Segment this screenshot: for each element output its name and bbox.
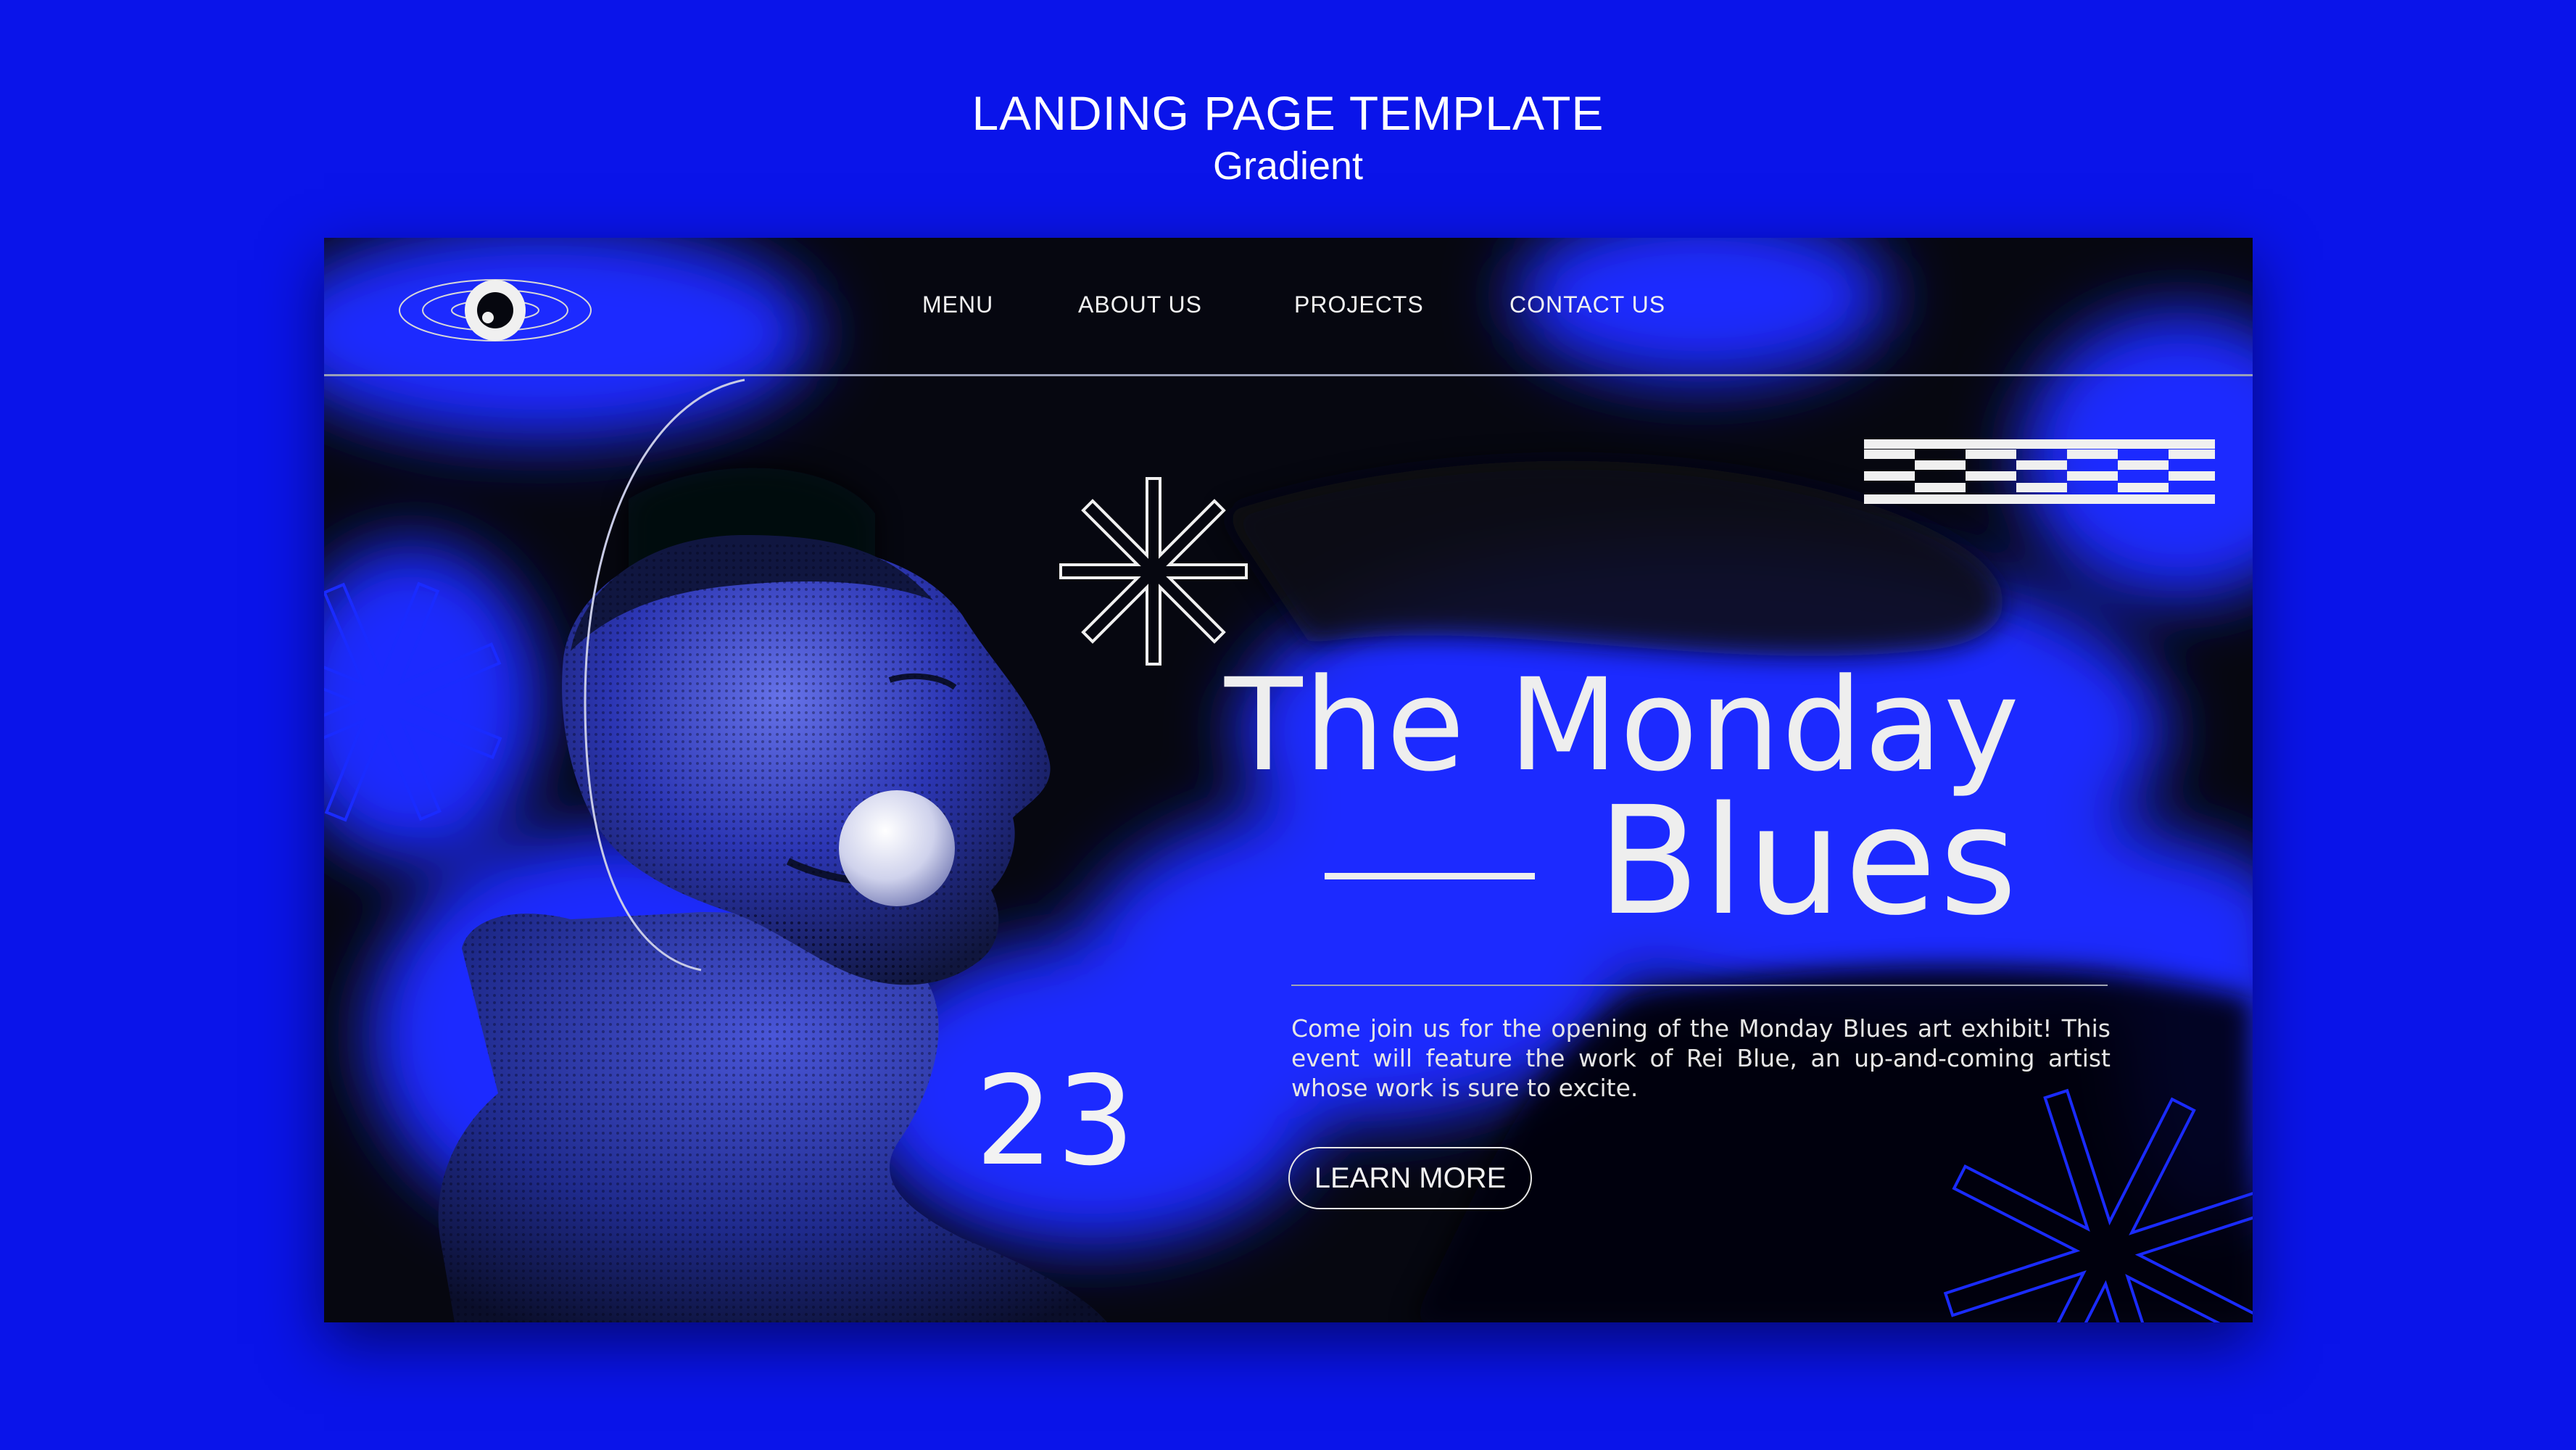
hero-title-line2: Blues [1597, 774, 2021, 948]
nav-about-us[interactable]: ABOUT US [1078, 291, 1202, 318]
eye-icon[interactable] [397, 276, 594, 345]
title-dash [1325, 873, 1535, 879]
header-divider [324, 374, 2253, 376]
page-subtitle: Gradient [1212, 144, 1364, 188]
page-title: LANDING PAGE TEMPLATE [972, 86, 1604, 140]
nav-projects[interactable]: PROJECTS [1294, 291, 1424, 318]
landing-card: MENU ABOUT US PROJECTS CONTACT US The Mo… [324, 238, 2253, 1322]
date-number: 23 [975, 1050, 1138, 1193]
nav-contact-us[interactable]: CONTACT US [1509, 291, 1665, 318]
hero-description: Come join us for the opening of the Mond… [1291, 1014, 2111, 1102]
nav-menu[interactable]: MENU [922, 291, 993, 318]
learn-more-button[interactable]: LEARN MORE [1288, 1147, 1532, 1209]
content-divider [1291, 985, 2108, 986]
